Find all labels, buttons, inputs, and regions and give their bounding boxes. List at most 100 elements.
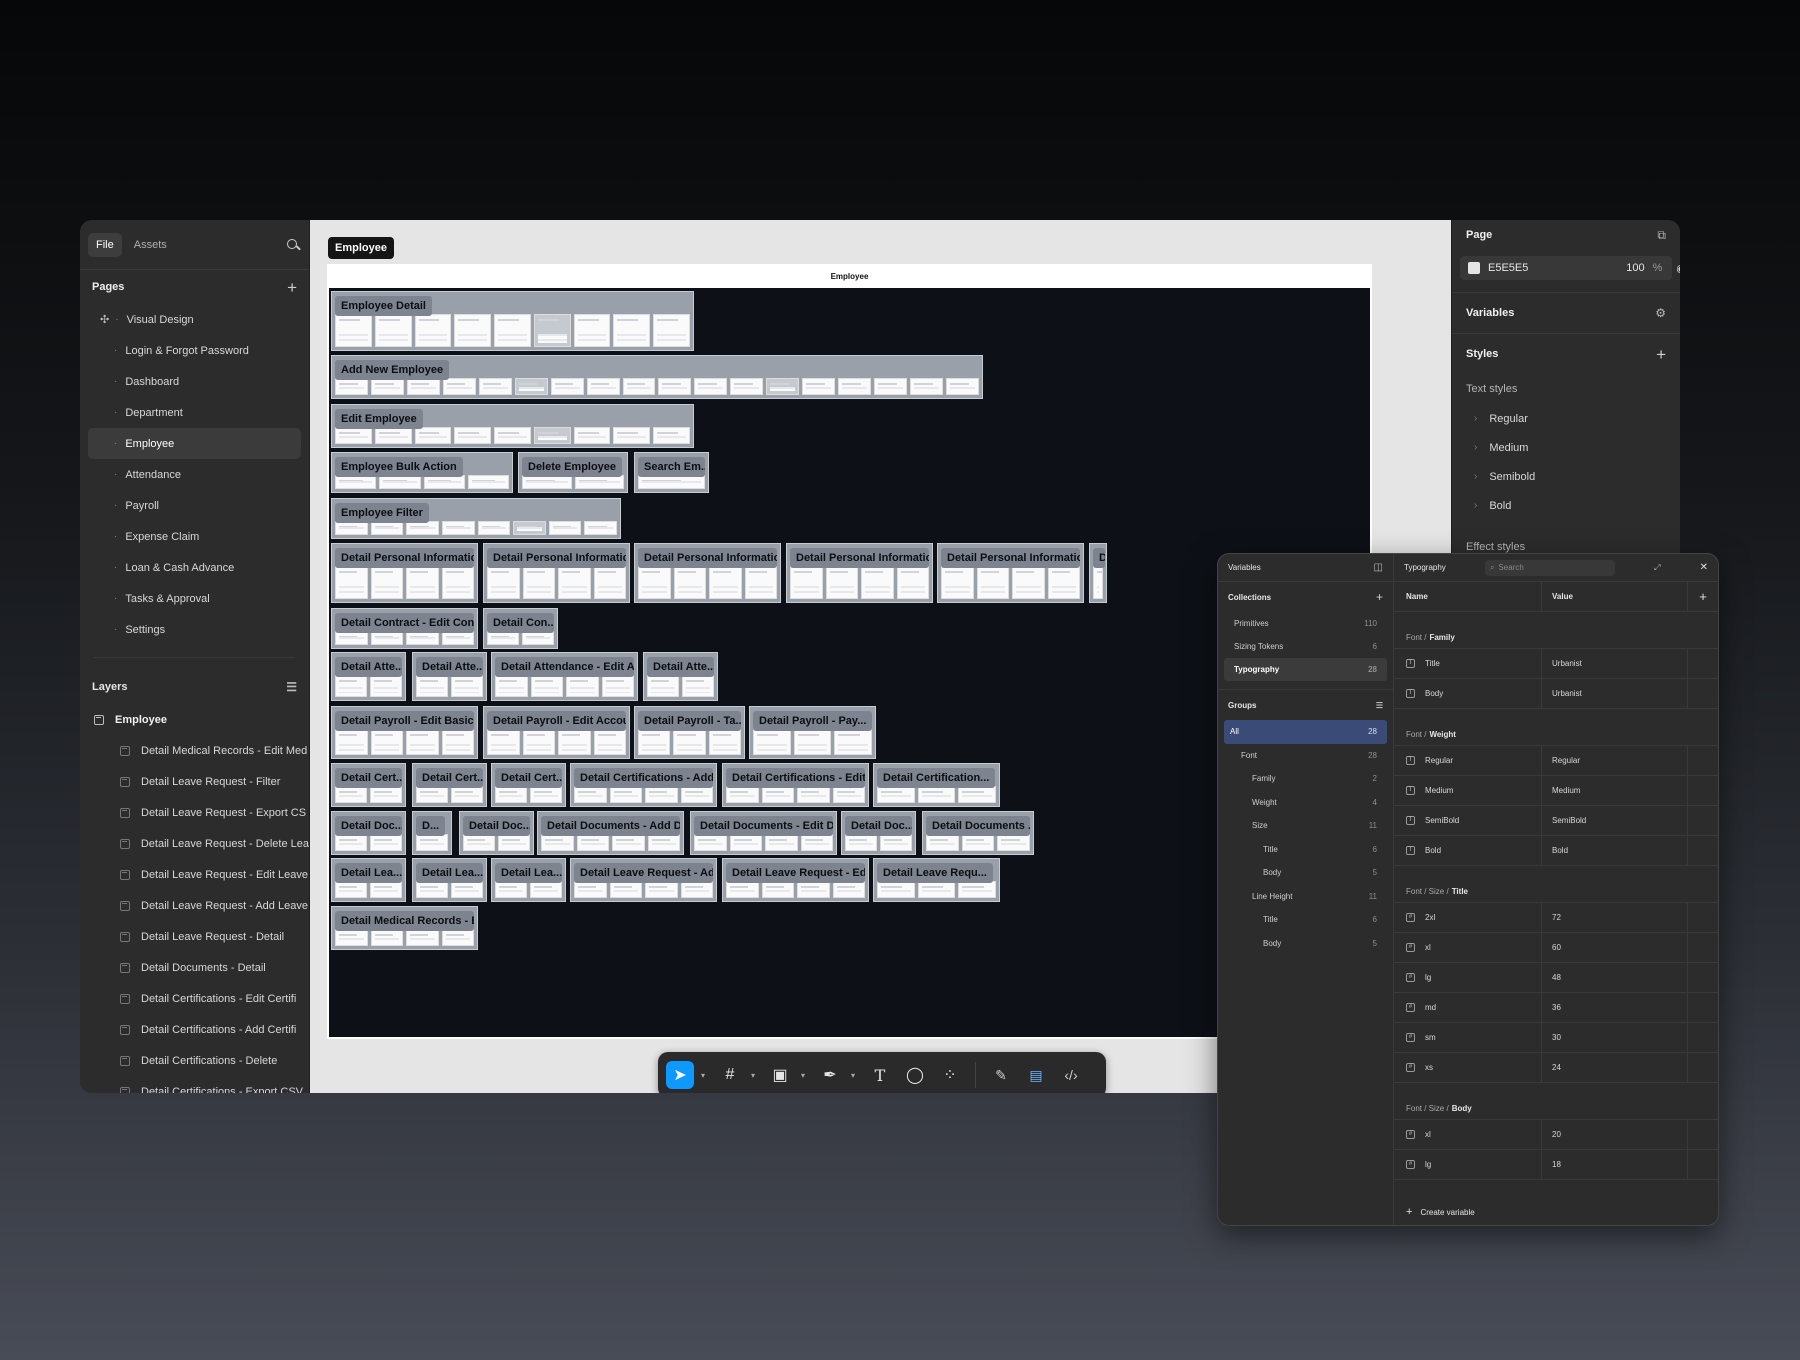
screen-thumbnail[interactable] <box>335 729 368 755</box>
collection-item[interactable]: Typography 28 <box>1224 658 1387 681</box>
screen-thumbnail[interactable] <box>573 314 611 347</box>
screen-thumbnail[interactable] <box>558 566 591 599</box>
layers-list-icon[interactable]: ☰ <box>286 680 297 694</box>
screen-thumbnail[interactable] <box>896 566 929 599</box>
page-item-expense-claim[interactable]: · Expense Claim <box>88 521 301 552</box>
screen-section[interactable]: Detail Personal Information... <box>786 543 933 603</box>
screen-section[interactable]: Detail Leave Requ... <box>873 858 1000 902</box>
variable-row[interactable]: T Bold Bold <box>1394 836 1718 866</box>
screen-section[interactable]: Detail Documents - Edit Do... <box>690 811 837 855</box>
comment-icon[interactable]: ◯ <box>901 1061 929 1089</box>
close-icon[interactable]: ✕ <box>1700 562 1708 573</box>
screen-section[interactable]: Employee Detail <box>331 291 694 351</box>
screen-thumbnail[interactable] <box>335 786 367 803</box>
screen-section[interactable]: Detail Lea... <box>331 858 406 902</box>
screen-thumbnail[interactable] <box>845 834 877 851</box>
screen-thumbnail[interactable] <box>584 521 617 535</box>
screen-thumbnail[interactable] <box>638 729 671 755</box>
variable-name-cell[interactable]: T Bold <box>1394 836 1542 865</box>
screen-thumbnail[interactable] <box>335 675 367 697</box>
screen-thumbnail[interactable] <box>451 881 483 898</box>
screen-section[interactable]: Employee Bulk Action <box>331 452 513 493</box>
screen-thumbnail[interactable] <box>406 521 439 535</box>
move-icon[interactable]: ➤ <box>666 1061 694 1089</box>
screen-thumbnail[interactable] <box>729 834 762 851</box>
screen-thumbnail[interactable] <box>416 834 448 851</box>
screen-thumbnail[interactable] <box>961 834 995 851</box>
screen-thumbnail[interactable] <box>370 834 402 851</box>
screen-section[interactable]: Detail Payroll - Ta... <box>634 706 745 759</box>
screen-thumbnail[interactable] <box>454 427 492 444</box>
screen-thumbnail[interactable] <box>522 729 555 755</box>
variable-value-cell[interactable]: Urbanist <box>1542 649 1688 678</box>
screen-thumbnail[interactable] <box>694 834 727 851</box>
screen-thumbnail[interactable] <box>487 729 520 755</box>
layer-item[interactable]: Detail Certifications - Export CSV <box>80 1076 309 1093</box>
group-item[interactable]: Weight 4 <box>1224 791 1387 815</box>
screen-thumbnail[interactable] <box>442 378 476 395</box>
screen-thumbnail[interactable] <box>790 566 823 599</box>
tab-assets[interactable]: Assets <box>126 233 175 257</box>
screen-thumbnail[interactable] <box>451 786 483 803</box>
screen-thumbnail[interactable] <box>834 729 873 755</box>
screen-thumbnail[interactable] <box>574 475 624 489</box>
screen-section[interactable]: Detail Cert... <box>412 763 487 807</box>
screen-section[interactable]: Detail Doc... <box>841 811 916 855</box>
layer-item[interactable]: Detail Certifications - Delete <box>80 1045 309 1076</box>
screen-thumbnail[interactable] <box>976 566 1009 599</box>
layer-item[interactable]: Detail Certifications - Add Certifi <box>80 1014 309 1045</box>
layer-item[interactable]: Detail Leave Request - Detail <box>80 921 309 952</box>
screen-thumbnail[interactable] <box>609 881 642 898</box>
screen-thumbnail[interactable] <box>335 314 372 347</box>
page-item-dashboard[interactable]: · Dashboard <box>88 366 301 397</box>
screen-thumbnail[interactable] <box>647 675 679 697</box>
screen-section[interactable]: Detail Payroll - Pay... <box>749 706 876 759</box>
screen-section[interactable]: Detail Lea... <box>412 858 487 902</box>
screen-thumbnail[interactable] <box>530 675 563 697</box>
screen-thumbnail[interactable] <box>487 566 520 599</box>
screen-thumbnail[interactable] <box>370 881 402 898</box>
layer-root-employee[interactable]: Employee <box>80 704 309 735</box>
screen-thumbnail[interactable] <box>463 834 495 851</box>
variable-name-cell[interactable]: # sm <box>1394 1023 1542 1052</box>
screen-section[interactable]: Detail Con... <box>483 608 558 649</box>
screen-thumbnail[interactable] <box>877 881 915 898</box>
screen-section[interactable]: Detail Lea... <box>491 858 566 902</box>
variable-name-cell[interactable]: # lg <box>1394 1150 1542 1179</box>
screen-thumbnail[interactable] <box>880 834 912 851</box>
code-icon[interactable]: ‹/› <box>1057 1061 1085 1089</box>
image-icon[interactable]: ▣ <box>766 1061 794 1089</box>
frame-icon[interactable]: # <box>716 1061 744 1089</box>
variable-value-cell[interactable]: Regular <box>1542 746 1688 775</box>
screen-section[interactable]: Detail Documents ... <box>922 811 1034 855</box>
screen-thumbnail[interactable] <box>708 729 741 755</box>
text-icon[interactable]: T <box>866 1061 894 1089</box>
screen-thumbnail[interactable] <box>441 729 474 755</box>
screen-thumbnail[interactable] <box>645 786 678 803</box>
screen-section[interactable]: Detail Personal Information... <box>483 543 630 603</box>
screen-thumbnail[interactable] <box>406 566 439 599</box>
screen-thumbnail[interactable] <box>601 675 634 697</box>
variable-row[interactable]: T SemiBold SemiBold <box>1394 806 1718 836</box>
variable-value-cell[interactable]: Urbanist <box>1542 679 1688 708</box>
screen-thumbnail[interactable] <box>441 929 474 946</box>
screen-thumbnail[interactable] <box>726 786 759 803</box>
screen-section[interactable]: Add New Employee <box>331 355 983 399</box>
variable-value-cell[interactable]: 30 <box>1542 1023 1688 1052</box>
screen-thumbnail[interactable] <box>566 675 599 697</box>
screen-thumbnail[interactable] <box>487 631 519 645</box>
screen-thumbnail[interactable] <box>477 521 511 535</box>
variable-name-cell[interactable]: # lg <box>1394 963 1542 992</box>
screen-thumbnail[interactable] <box>406 378 440 395</box>
screen-thumbnail[interactable] <box>645 881 678 898</box>
variable-name-cell[interactable]: #2xl <box>1394 903 1542 932</box>
screen-thumbnail[interactable] <box>370 675 402 697</box>
screen-thumbnail[interactable] <box>761 786 794 803</box>
screen-thumbnail[interactable] <box>622 378 656 395</box>
screen-thumbnail[interactable] <box>498 834 530 851</box>
screen-section[interactable]: Detail Contract - Edit Cont... <box>331 608 478 649</box>
screen-thumbnail[interactable] <box>414 427 452 444</box>
screen-thumbnail[interactable] <box>638 475 705 489</box>
screen-thumbnail[interactable] <box>709 566 742 599</box>
screen-thumbnail[interactable] <box>673 566 706 599</box>
